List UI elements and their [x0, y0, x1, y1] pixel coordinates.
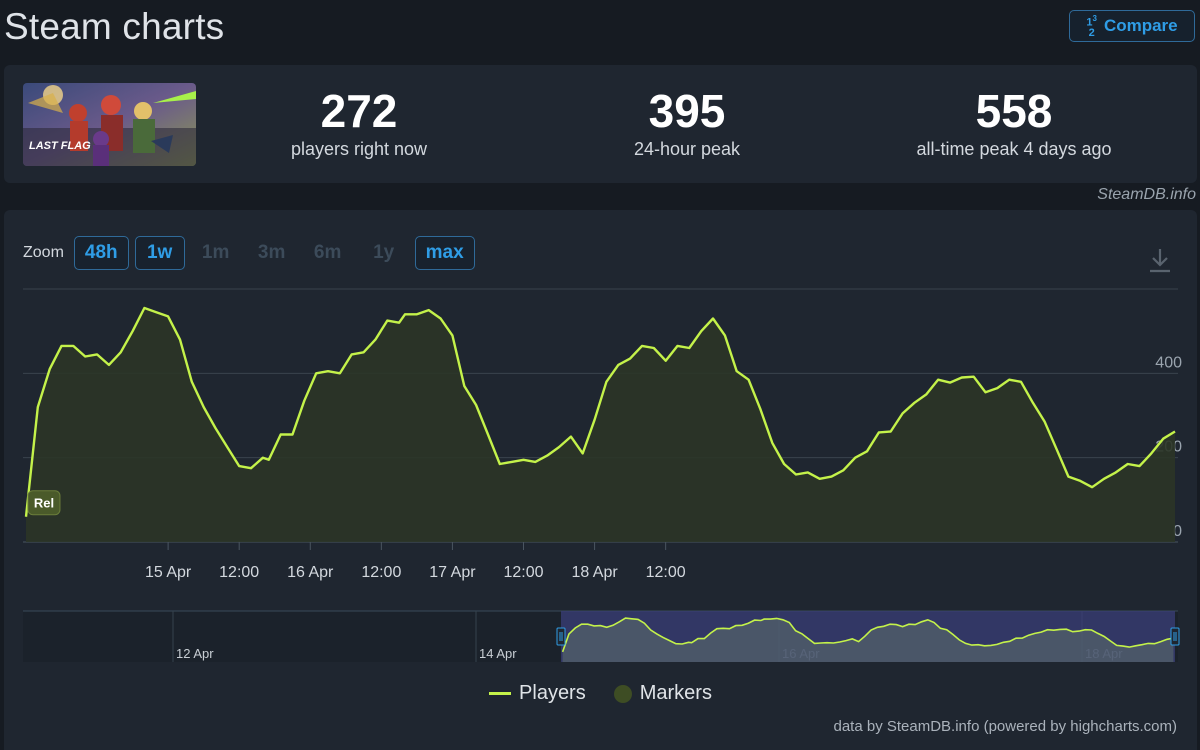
navigator-handle-right[interactable]	[1170, 627, 1180, 646]
stat-all-time-peak-value: 558	[975, 85, 1053, 137]
fraction-icon: 13 2	[1086, 14, 1097, 39]
credits[interactable]: data by SteamDB.info (powered by highcha…	[834, 718, 1178, 735]
game-thumbnail[interactable]: LAST FLAG	[23, 83, 196, 166]
source-label[interactable]: SteamDB.info	[1097, 186, 1196, 204]
compare-label: Compare	[1103, 16, 1178, 35]
stat-current-label: players right now	[290, 139, 428, 159]
legend: Players Markers	[4, 682, 1197, 705]
legend-markers-label: Markers	[639, 682, 712, 704]
legend-players-label: Players	[519, 682, 586, 704]
chart-card: Zoom 48h 1w 1m 3m 6m 1y max 020040015 Ap…	[4, 210, 1197, 750]
x-tick-label: 12:00	[646, 564, 686, 581]
x-tick-label: 12:00	[503, 564, 543, 581]
navigator-handle-left[interactable]	[556, 627, 566, 646]
stat-24h-peak-value: 395	[648, 85, 726, 137]
x-tick-label: 15 Apr	[145, 564, 192, 581]
x-tick-label: 17 Apr	[429, 564, 476, 581]
navigator-tick-label: 12 Apr	[176, 646, 214, 661]
players-area	[25, 308, 1176, 542]
stat-24h-peak-label: 24-hour peak	[633, 139, 741, 159]
x-tick-label: 16 Apr	[287, 564, 334, 581]
page-title: Steam charts	[4, 6, 225, 47]
stats-card: LAST FLAG 272 players right now 395 24-h…	[4, 65, 1197, 183]
x-tick-label: 18 Apr	[571, 564, 618, 581]
compare-button[interactable]: 13 2 Compare	[1069, 10, 1195, 42]
legend-markers[interactable]: Markers	[613, 682, 712, 705]
x-tick-label: 12:00	[361, 564, 401, 581]
stat-all-time-peak-label: all-time peak 4 days ago	[916, 139, 1112, 159]
stat-current-value: 272	[320, 85, 398, 137]
stat-24h-peak: 395 24-hour peak	[527, 83, 847, 160]
navigator-tick-label: 14 Apr	[479, 646, 517, 661]
stat-all-time-peak: 558 all-time peak 4 days ago	[854, 83, 1174, 160]
x-tick-label: 12:00	[219, 564, 259, 581]
marker-flag[interactable]: Rel	[25, 490, 61, 517]
stat-current: 272 players right now	[199, 83, 519, 160]
game-logo-text: LAST FLAG	[29, 140, 91, 152]
marker-flag-label: Rel	[34, 496, 54, 511]
legend-players-line	[489, 692, 512, 695]
y-tick-label: 400	[1155, 354, 1182, 371]
legend-markers-dot	[613, 684, 632, 703]
legend-players[interactable]: Players	[489, 682, 586, 705]
players-chart[interactable]: 020040015 Apr12:0016 Apr12:0017 Apr12:00…	[4, 210, 1197, 670]
